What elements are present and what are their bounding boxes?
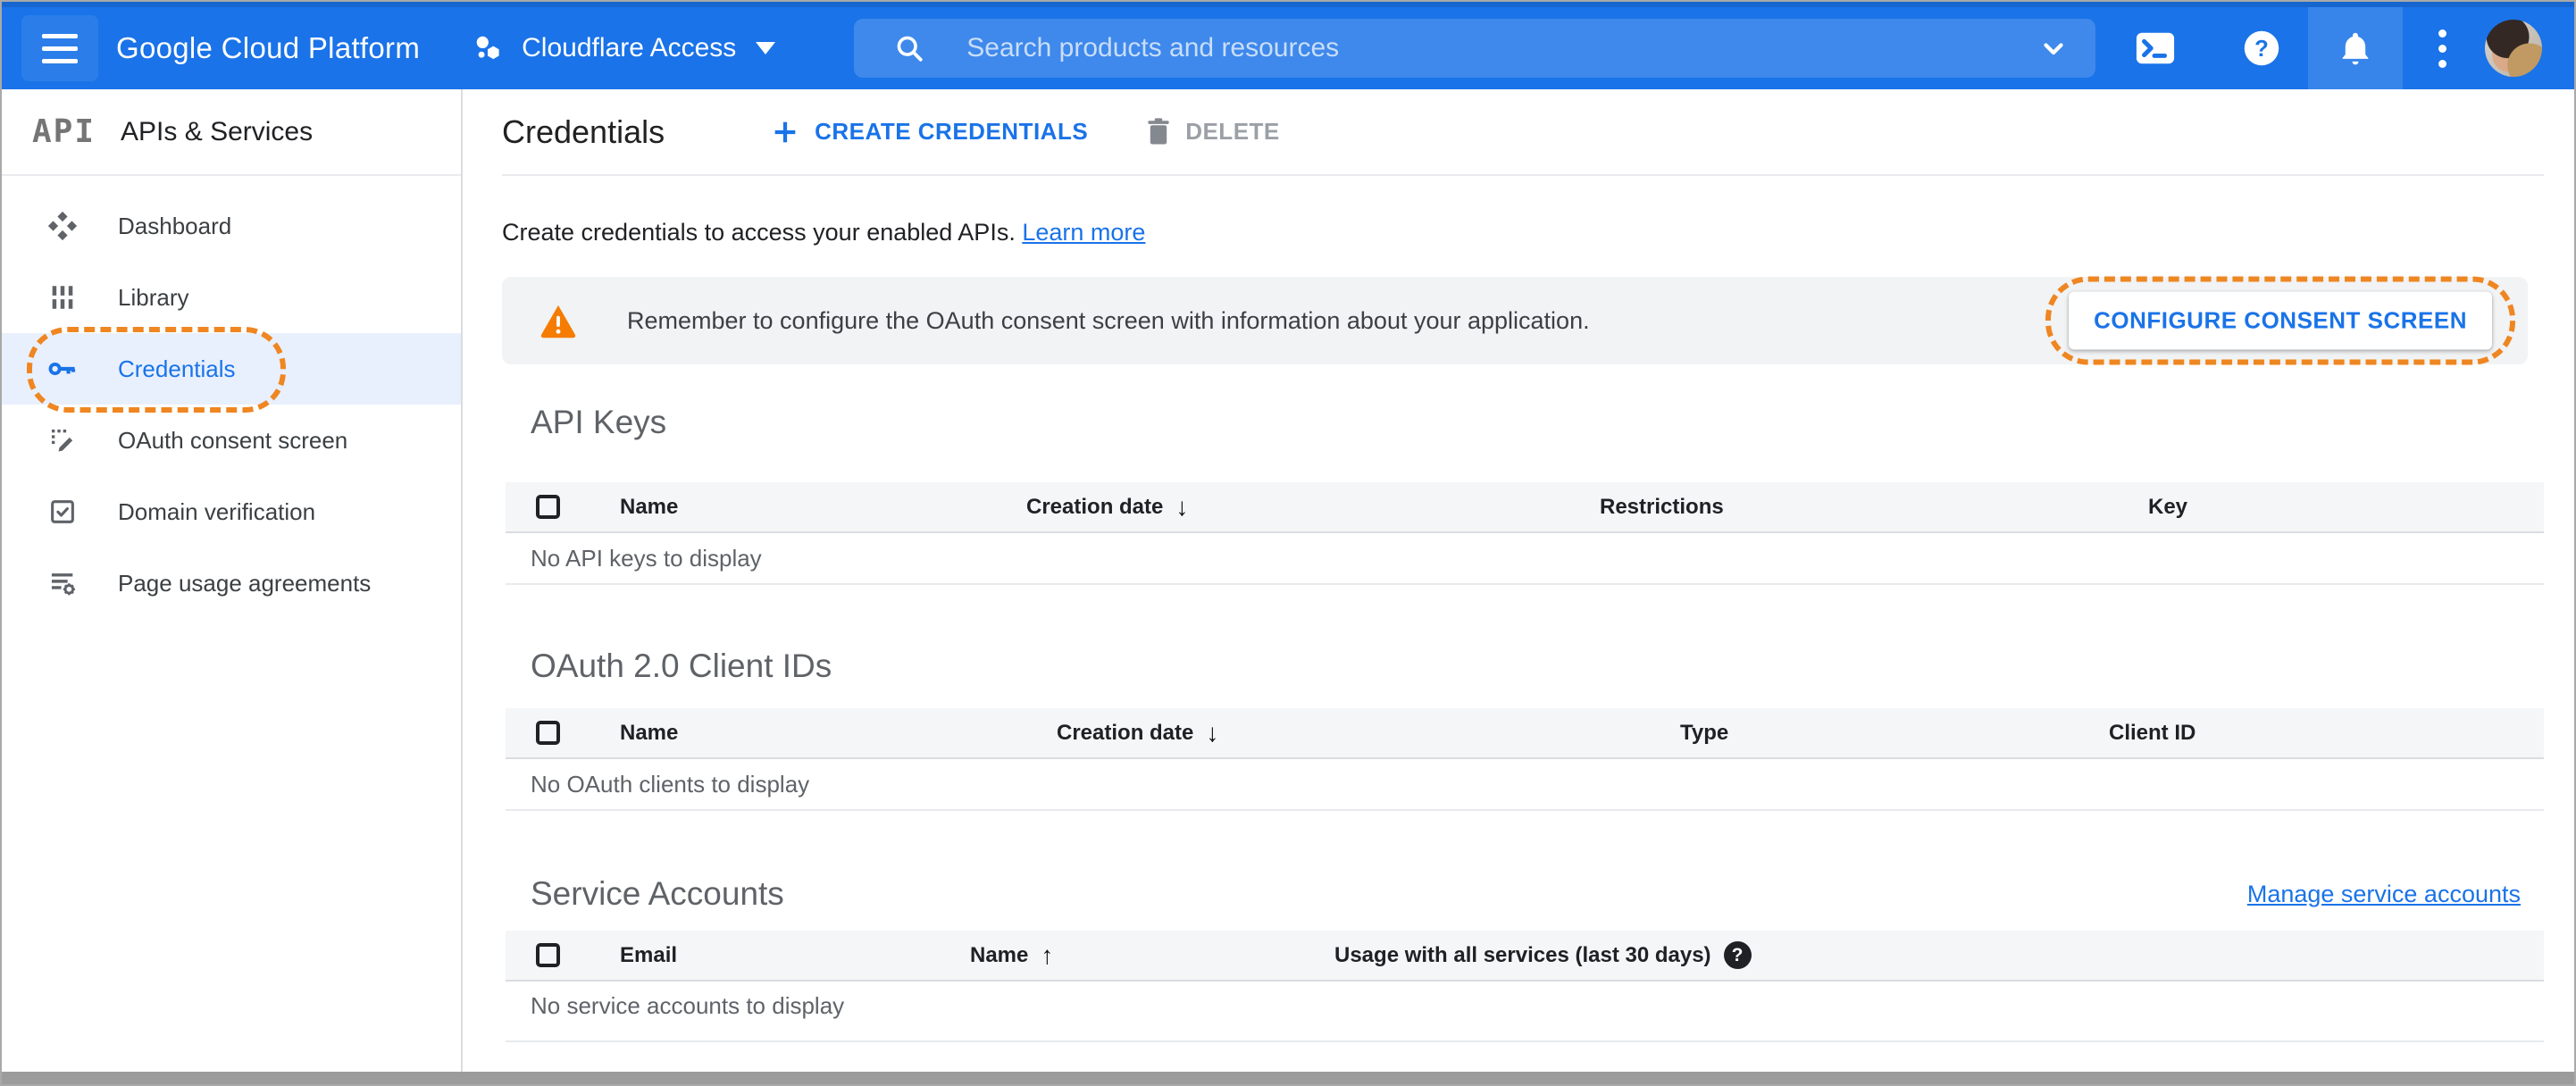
sidebar-title: APIs & Services [121,116,314,146]
section-title-service-accounts: Service Accounts [531,875,784,912]
help-icon[interactable]: ? [2242,29,2281,68]
more-options-icon[interactable] [2422,29,2462,68]
search-bar[interactable] [854,19,2096,78]
sidebar-item-domain-verification[interactable]: Domain verification [2,476,461,547]
trash-icon [1148,117,1169,144]
column-header-type[interactable]: Type [1680,721,2109,746]
warning-icon [540,305,576,338]
key-icon [46,353,79,385]
manage-service-accounts-link[interactable]: Manage service accounts [2247,881,2521,908]
window-bottom-edge [2,1072,2574,1084]
column-header-name[interactable]: Name [620,721,1057,746]
sidebar-item-label: OAuth consent screen [118,426,348,454]
search-input[interactable] [966,33,2039,63]
create-credentials-button[interactable]: CREATE CREDENTIALS [770,117,1088,147]
sidebar-item-label: Library [118,283,189,311]
sort-descending-icon[interactable]: ↓ [1206,719,1218,748]
sidebar-item-page-usage-agreements[interactable]: Page usage agreements [2,547,461,619]
column-header-key[interactable]: Key [2148,495,2544,520]
user-avatar[interactable] [2485,20,2542,77]
plus-icon [774,121,796,142]
sidebar-item-dashboard[interactable]: Dashboard [2,190,461,262]
project-caret-icon [756,42,776,54]
empty-state-service-accounts: No service accounts to display [506,982,2544,1042]
empty-state-api-keys: No API keys to display [506,533,2544,585]
sidebar-item-library[interactable]: Library [2,262,461,333]
learn-more-link[interactable]: Learn more [1022,219,1145,246]
project-name: Cloudflare Access [522,33,737,63]
page-toolbar: Credentials CREATE CREDENTIALS DELETE [502,89,2544,176]
dashboard-icon [46,211,79,241]
sidebar-item-label: Credentials [118,355,236,382]
intro-text: Create credentials to access your enable… [502,219,1146,246]
notifications-bell-icon[interactable] [2308,7,2403,89]
column-header-restrictions[interactable]: Restrictions [1600,495,2148,520]
oauth-warning-banner: Remember to configure the OAuth consent … [502,276,2528,365]
page-title: Credentials [502,113,665,150]
search-icon [897,36,923,62]
table-header-row: Name Creation date ↓ Type Client ID [506,708,2544,759]
brand-logo[interactable]: Google Cloud Platform [116,31,420,65]
select-all-checkbox[interactable] [536,943,560,967]
sidebar-item-oauth-consent-screen[interactable]: OAuth consent screen [2,405,461,476]
sort-ascending-icon[interactable]: ↑ [1041,941,1053,970]
gcp-console-window: Google Cloud Platform Cloudflare Access [0,0,2576,1086]
project-selector[interactable]: Cloudflare Access [472,32,776,64]
column-header-creation-date[interactable]: Creation date ↓ [1057,719,1680,748]
column-header-email[interactable]: Email [620,943,970,968]
cloud-shell-icon[interactable] [2135,30,2176,66]
sidebar-item-label: Domain verification [118,497,316,525]
sidebar-nav: Dashboard Library Credentials OAuth cons… [2,176,461,619]
top-bar-actions: ? [2135,7,2542,89]
api-keys-table: Name Creation date ↓ Restrictions Key No… [506,482,2544,585]
sidebar-item-label: Page usage agreements [118,569,372,597]
search-expand-chevron-icon[interactable] [2038,33,2069,63]
library-icon [46,282,79,313]
section-title-api-keys: API Keys [531,404,667,440]
table-header-row: Name Creation date ↓ Restrictions Key [506,482,2544,533]
column-header-name[interactable]: Name ↑ [970,941,1334,970]
annotation-dashed-box: CONFIGURE CONSENT SCREEN [2045,276,2515,365]
delete-button[interactable]: DELETE [1145,117,1280,147]
consent-screen-icon [46,425,79,455]
hamburger-menu-icon[interactable] [21,15,98,81]
service-accounts-header: Service Accounts Manage service accounts [502,875,2544,913]
domain-verification-icon [46,497,79,527]
configure-consent-screen-button[interactable]: CONFIGURE CONSENT SCREEN [2069,291,2492,350]
column-header-client-id[interactable]: Client ID [2109,721,2544,746]
agreements-icon [46,568,79,598]
top-bar: Google Cloud Platform Cloudflare Access [2,2,2574,89]
banner-text: Remember to configure the OAuth consent … [627,306,1590,334]
select-all-checkbox[interactable] [536,495,560,519]
column-header-name[interactable]: Name [620,495,1026,520]
sidebar-item-credentials[interactable]: Credentials [2,327,461,413]
sidebar-item-label: Dashboard [118,212,232,239]
select-all-checkbox[interactable] [536,721,560,745]
oauth-clients-table: Name Creation date ↓ Type Client ID No O… [506,708,2544,811]
sidebar-header: API APIs & Services [2,89,461,176]
empty-state-oauth-clients: No OAuth clients to display [506,759,2544,811]
api-logo: API [32,113,96,150]
table-header-row: Email Name ↑ Usage with all services (la… [506,931,2544,982]
svg-text:?: ? [2254,37,2269,62]
help-icon[interactable]: ? [1723,941,1752,969]
sidebar: API APIs & Services Dashboard Library Cr… [2,89,463,1072]
main-content: Credentials CREATE CREDENTIALS DELETE Cr… [464,89,2574,1072]
section-title-oauth-clients: OAuth 2.0 Client IDs [531,647,832,684]
sort-descending-icon[interactable]: ↓ [1175,493,1188,522]
column-header-usage[interactable]: Usage with all services (last 30 days) ? [1334,941,2544,969]
project-icon [476,36,499,60]
column-header-creation-date[interactable]: Creation date ↓ [1026,493,1600,522]
service-accounts-table: Email Name ↑ Usage with all services (la… [506,931,2544,1042]
